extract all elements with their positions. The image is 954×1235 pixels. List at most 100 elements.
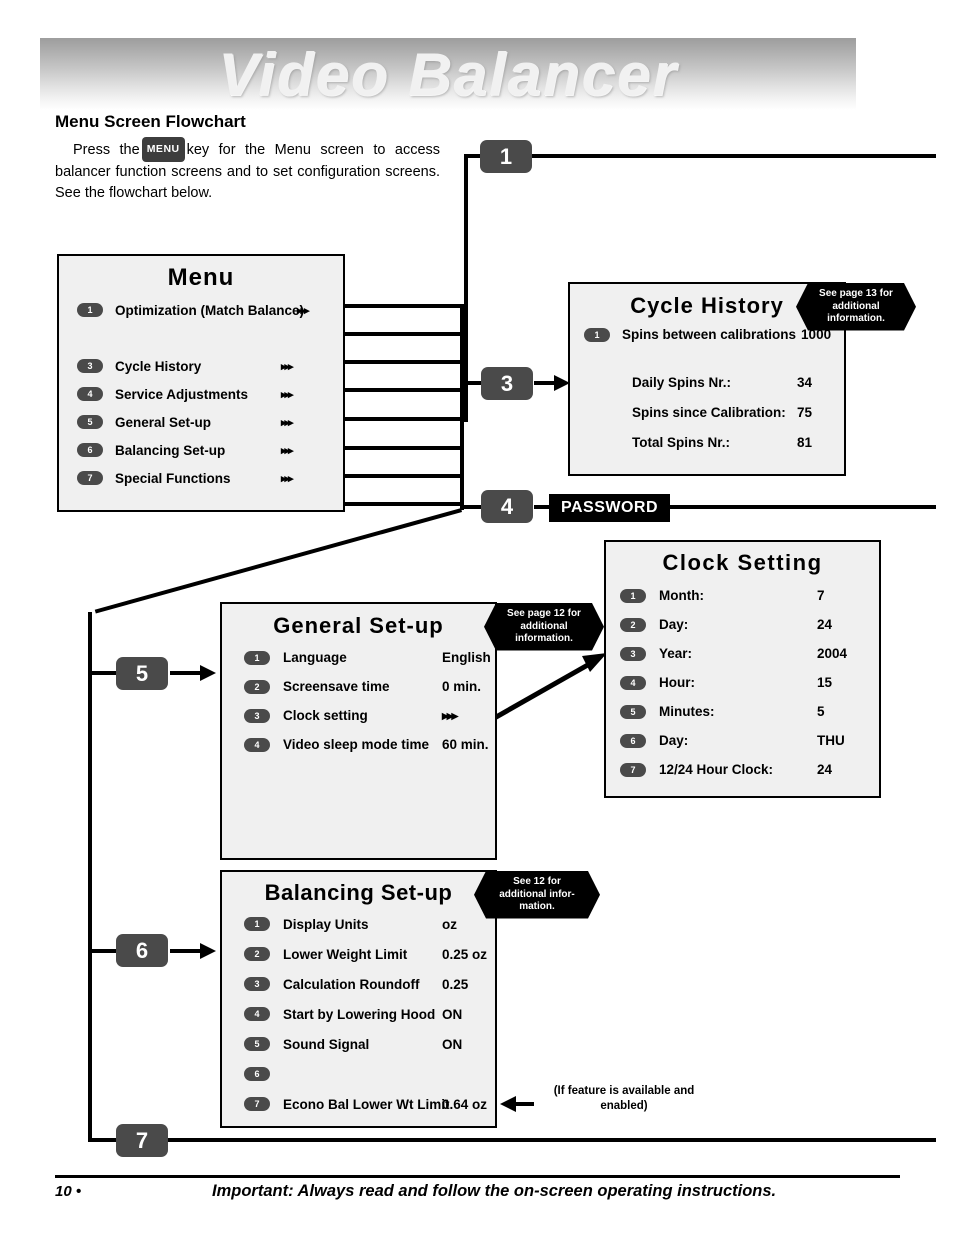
balancing-item-label: Lower Weight Limit: [283, 946, 408, 962]
step-marker-5[interactable]: 5: [116, 657, 168, 690]
intro-paragraph: Press the MENU key for the Menu screen to …: [55, 137, 440, 204]
menu-connector-7: [328, 474, 464, 478]
clock-item-12-24-hour[interactable]: 7 12/24 Hour Clock: 24: [606, 755, 879, 784]
flow-line-left-spine: [88, 612, 92, 1140]
menu-item-general-setup[interactable]: 5 General Set-up ▸▸▸: [59, 408, 343, 436]
balancing-item-display-units[interactable]: 1 Display Units oz: [222, 909, 495, 939]
menu-item-label: Service Adjustments: [115, 386, 249, 402]
clock-setting-panel: Clock Setting 1 Month: 7 2 Day: 24 3 Yea…: [604, 540, 881, 798]
clock-item-weekday[interactable]: 6 Day: THU: [606, 726, 879, 755]
cycle-stat-label: Daily Spins Nr.:: [632, 374, 732, 390]
clock-item-value: 24: [817, 762, 833, 777]
balancing-item-blank[interactable]: 6: [222, 1059, 495, 1089]
flow-line-diagonal: [94, 508, 463, 614]
cycle-stat-value: 81: [797, 434, 813, 450]
chevron-right-icon: ▸▸▸: [281, 444, 294, 457]
general-item-video-sleep-mode-time[interactable]: 4 Video sleep mode time 60 min.: [222, 730, 495, 759]
step-marker-7[interactable]: 7: [116, 1124, 168, 1157]
menu-key-badge: MENU: [141, 137, 185, 162]
step-marker-4[interactable]: 4: [481, 490, 533, 523]
balancing-setup-callout: See 12 for additional infor- mation.: [474, 871, 600, 919]
clock-item-value: 2004: [817, 646, 848, 661]
flow-line-step7: [88, 1138, 936, 1142]
menu-connector-1: [328, 304, 464, 308]
menu-item-balancing-setup[interactable]: 6 Balancing Set-up ▸▸▸: [59, 436, 343, 464]
econo-bal-feature-note: (If feature is available and enabled): [553, 1085, 695, 1112]
clock-item-label: Hour:: [659, 675, 695, 690]
cycle-stat-total-spins: Total Spins Nr.: 81: [632, 427, 844, 457]
clock-item-value: 15: [817, 675, 833, 690]
menu-item-service-adjustments[interactable]: 4 Service Adjustments ▸▸▸: [59, 380, 343, 408]
flow-bus-vertical: [460, 304, 464, 510]
chevron-right-icon: ▸▸▸: [281, 360, 294, 373]
cycle-history-first-row[interactable]: 1 Spins between calibrations 1000: [570, 327, 844, 342]
balancing-setup-panel: Balancing Set-up 1 Display Units oz 2 Lo…: [220, 870, 497, 1128]
general-item-language[interactable]: 1 Language English: [222, 643, 495, 672]
balancing-item-value: ON: [442, 1006, 463, 1022]
step-marker-1[interactable]: 1: [480, 140, 532, 173]
balancing-item-value: oz: [442, 916, 457, 932]
general-setup-callout: See page 12 for additional information.: [484, 603, 604, 651]
menu-item-number: 5: [77, 415, 103, 429]
chevron-right-icon: ▸▸▸: [281, 472, 294, 485]
menu-item-number: 6: [77, 443, 103, 457]
general-item-value: 60 min.: [442, 737, 489, 752]
clock-item-minutes[interactable]: 5 Minutes: 5: [606, 697, 879, 726]
cycle-stat-label: Total Spins Nr.:: [632, 434, 731, 450]
flow-line-step6-out: [170, 949, 202, 953]
menu-item-number: 3: [77, 359, 103, 373]
balancing-item-value: ON: [442, 1036, 463, 1052]
balancing-item-number: 5: [244, 1037, 270, 1051]
balancing-item-number: 1: [244, 917, 270, 931]
chevron-right-icon: ▸▸▸: [297, 304, 310, 317]
clock-setting-title: Clock Setting: [662, 550, 823, 575]
flow-line-step1: [464, 154, 936, 158]
menu-item-label: Special Functions: [115, 470, 231, 486]
flow-line-password-out: [656, 505, 936, 509]
flow-line-step6-in: [88, 949, 118, 953]
general-setup-panel: General Set-up 1 Language English 2 Scre…: [220, 602, 497, 860]
clock-item-number: 7: [620, 762, 646, 777]
menu-item-label: General Set-up: [115, 414, 212, 430]
balancing-item-start-by-lowering-hood[interactable]: 4 Start by Lowering Hood ON: [222, 999, 495, 1029]
flow-line-step3-in: [460, 381, 482, 385]
menu-connector-3: [328, 360, 464, 364]
password-tag: PASSWORD: [549, 494, 671, 522]
step-marker-3[interactable]: 3: [481, 367, 533, 400]
general-item-number: 4: [244, 737, 270, 752]
step-marker-6[interactable]: 6: [116, 934, 168, 967]
balancing-item-number: 2: [244, 947, 270, 961]
balancing-item-calculation-roundoff[interactable]: 3 Calculation Roundoff 0.25: [222, 969, 495, 999]
general-item-screensave-time[interactable]: 2 Screensave time 0 min.: [222, 672, 495, 701]
balancing-item-sound-signal[interactable]: 5 Sound Signal ON: [222, 1029, 495, 1059]
general-item-label: Video sleep mode time: [283, 737, 430, 752]
menu-connector-8: [328, 502, 464, 506]
general-item-clock-setting[interactable]: 3 Clock setting ▸▸▸: [222, 701, 495, 730]
menu-item-cycle-history[interactable]: 3 Cycle History ▸▸▸: [59, 352, 343, 380]
clock-item-number: 6: [620, 733, 646, 748]
balancing-item-lower-weight-limit[interactable]: 2 Lower Weight Limit 0.25 oz: [222, 939, 495, 969]
general-item-label: Language: [283, 650, 347, 665]
cycle-item-label: Spins between calibrations: [622, 327, 797, 342]
clock-item-month[interactable]: 1 Month: 7: [606, 581, 879, 610]
menu-connector-5: [328, 417, 464, 421]
menu-item-number: 1: [77, 303, 103, 317]
menu-item-label: Optimization (Match Balance): [115, 302, 305, 318]
menu-panel-title: Menu: [167, 264, 235, 291]
clock-item-year[interactable]: 3 Year: 2004: [606, 639, 879, 668]
footer-page-number: 10 •: [55, 1183, 82, 1200]
menu-item-optimization[interactable]: 1 Optimization (Match Balance) ▸▸▸: [59, 296, 343, 324]
menu-item-special-functions[interactable]: 7 Special Functions ▸▸▸: [59, 464, 343, 492]
clock-item-label: 12/24 Hour Clock:: [659, 762, 774, 777]
balancing-item-value: 0.25: [442, 976, 469, 992]
arrow-to-general-setup: [200, 665, 216, 681]
clock-item-hour[interactable]: 4 Hour: 15: [606, 668, 879, 697]
cycle-stat-value: 34: [797, 374, 813, 390]
balancing-item-number: 6: [244, 1067, 270, 1081]
clock-item-day[interactable]: 2 Day: 24: [606, 610, 879, 639]
cycle-stat-spins-since-calibration: Spins since Calibration: 75: [632, 397, 844, 427]
clock-item-label: Year:: [659, 646, 693, 661]
balancing-item-econo-bal-lower-wt-limit[interactable]: 7 Econo Bal Lower Wt Limit 0.64 oz: [222, 1089, 495, 1119]
cycle-stat-label: Spins since Calibration:: [632, 404, 786, 420]
balancing-item-value: 0.25 oz: [442, 946, 488, 962]
